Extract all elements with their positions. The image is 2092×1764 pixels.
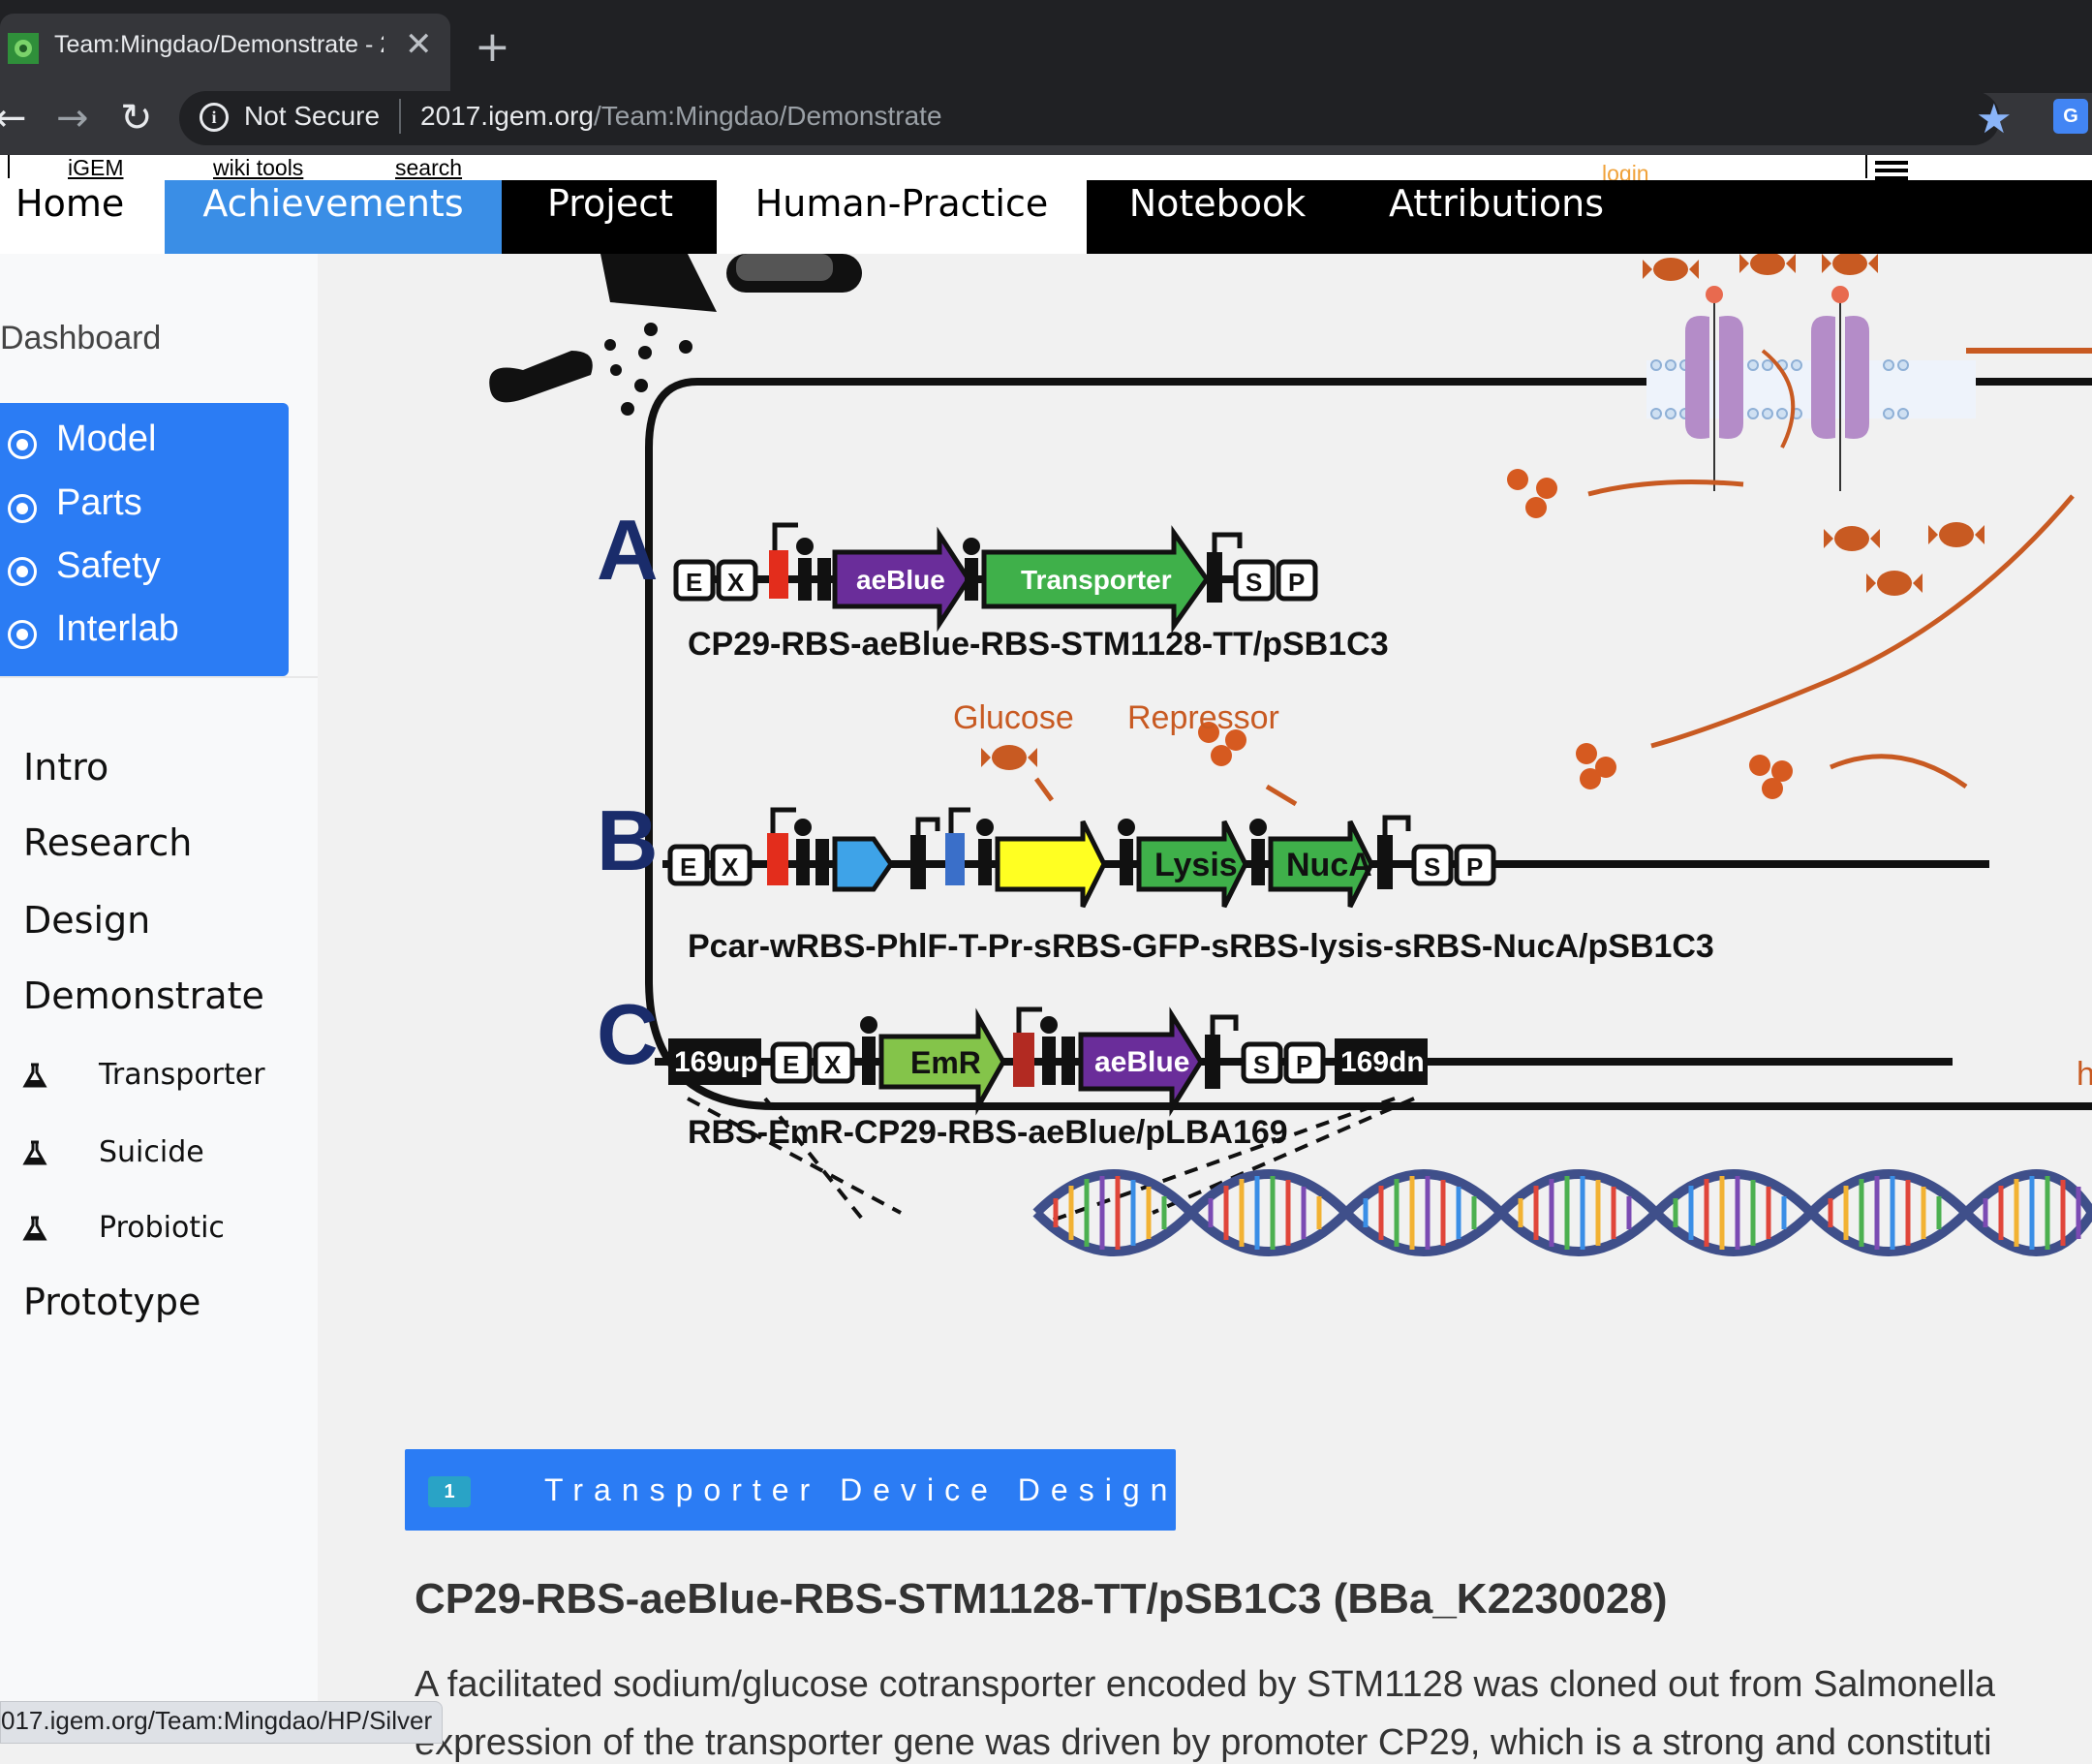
svg-text:P: P: [1288, 568, 1305, 597]
content-paragraph-line: A facilitated sodium/glucose cotransport…: [415, 1664, 1996, 1705]
url-path: /Team:Mingdao/Demonstrate: [594, 101, 942, 131]
svg-text:169dn: 169dn: [1340, 1046, 1425, 1078]
cell-membrane-outline: [645, 378, 2092, 1110]
url-domain: 2017.igem.org: [420, 101, 595, 131]
svg-text:EmR: EmR: [910, 1045, 981, 1080]
flask-icon: [22, 1140, 47, 1165]
igem-bar-divider: [1865, 155, 1867, 178]
menu-item-label: Safety: [56, 545, 161, 586]
target-icon: [8, 430, 37, 459]
svg-text:Transporter: Transporter: [1021, 565, 1172, 595]
info-icon[interactable]: i: [200, 103, 229, 132]
url-separator: [399, 99, 401, 134]
nav-human-practice[interactable]: Human-Practice: [717, 180, 1087, 254]
flask-icon: [22, 1216, 47, 1241]
svg-text:NucA: NucA: [1286, 847, 1372, 883]
flask-icon: [22, 1063, 47, 1088]
svg-text:X: X: [824, 1050, 842, 1079]
label-b: B: [597, 792, 659, 888]
sidebar-item-prototype[interactable]: Prototype: [23, 1281, 200, 1323]
sidebar-item-research[interactable]: Research: [23, 821, 192, 864]
menu-item-label: Parts: [56, 482, 142, 523]
svg-text:P: P: [1466, 852, 1483, 882]
content-heading: CP29-RBS-aeBlue-RBS-STM1128-TT/pSB1C3 (B…: [415, 1575, 1668, 1623]
construct-a: A E X aeBlue Transporter S P CP29-RBS-ae…: [597, 502, 1389, 663]
igem-link[interactable]: iGEM: [68, 155, 124, 181]
svg-text:E: E: [686, 568, 702, 597]
capsule-decoration: [489, 254, 862, 416]
sidebar-item-intro[interactable]: Intro: [23, 746, 108, 789]
section-number-badge: 1: [428, 1476, 471, 1507]
tab-title: Team:Mingdao/Demonstrate - 2: [54, 31, 384, 58]
menu-item-label: Model: [56, 418, 157, 459]
construct-c: C 169up E X EmR aeBlue S P 169dn RBS-EmR…: [597, 986, 2092, 1151]
svg-text:E: E: [783, 1050, 799, 1079]
edge-text: h: [2077, 1056, 2092, 1093]
repressor-label: Repressor: [1127, 699, 1279, 736]
svg-text:169up: 169up: [674, 1046, 758, 1078]
svg-text:S: S: [1424, 852, 1440, 882]
glucose-label: Glucose: [953, 699, 1074, 736]
nav-home[interactable]: Home: [0, 180, 165, 254]
svg-text:S: S: [1253, 1050, 1270, 1079]
dashboard-heading: Dashboard: [0, 320, 162, 356]
svg-text:aeBlue: aeBlue: [1094, 1046, 1189, 1078]
dna-helix-illustration: [1032, 1169, 2092, 1256]
svg-text:aeBlue: aeBlue: [856, 565, 945, 595]
membrane-transporter-illustration: [1646, 286, 2092, 491]
close-tab-icon[interactable]: ✕: [405, 25, 433, 64]
caption-b: Pcar-wRBS-PhlF-T-Pr-sRBS-GFP-sRBS-lysis-…: [688, 928, 1714, 965]
nav-achievements[interactable]: Achievements: [165, 180, 502, 254]
reload-icon[interactable]: ↻: [120, 93, 153, 143]
igem-favicon-icon: [8, 33, 39, 64]
sidebar-divider: [0, 676, 318, 678]
label-c: C: [597, 986, 659, 1082]
svg-text:X: X: [727, 568, 745, 597]
back-arrow-icon[interactable]: ←: [0, 93, 27, 143]
nav-attributions[interactable]: Attributions: [1375, 180, 1617, 254]
sidebar-sub-probiotic[interactable]: Probiotic: [99, 1211, 225, 1245]
sidebar-item-design[interactable]: Design: [23, 899, 150, 942]
search-link[interactable]: search: [395, 155, 462, 181]
target-icon: [8, 494, 37, 523]
svg-text:E: E: [680, 852, 696, 882]
nav-project[interactable]: Project: [523, 180, 697, 254]
sidebar-sub-transporter[interactable]: Transporter: [99, 1058, 265, 1092]
wiki-tools-link[interactable]: wiki tools: [213, 155, 303, 181]
caption-a: CP29-RBS-aeBlue-RBS-STM1128-TT/pSB1C3: [688, 626, 1389, 663]
construct-b: B E X Lysis NucA S P Pcar-wRBS-PhlF-T-Pr…: [597, 699, 1989, 965]
svg-text:S: S: [1246, 568, 1262, 597]
forward-arrow-icon[interactable]: →: [56, 93, 89, 143]
new-tab-icon[interactable]: +: [475, 23, 510, 72]
sidebar-sub-suicide[interactable]: Suicide: [99, 1135, 204, 1169]
igem-bar-divider: [8, 155, 10, 178]
sidebar-item-demonstrate[interactable]: Demonstrate: [23, 975, 264, 1017]
target-icon: [8, 620, 37, 649]
svg-text:P: P: [1296, 1050, 1312, 1079]
menu-item-label: Interlab: [56, 608, 179, 649]
link-status-bar: 017.igem.org/Team:Mingdao/HP/Silver: [0, 1701, 444, 1744]
genetic-circuit-figure: A E X aeBlue Transporter S P CP29-RBS-ae…: [489, 254, 2092, 1256]
section-title: Transporter Device Design: [544, 1472, 1179, 1507]
bookmark-star-icon[interactable]: ★: [1976, 95, 2013, 142]
security-label[interactable]: Not Secure: [244, 101, 380, 132]
svg-text:Lysis: Lysis: [1154, 847, 1238, 883]
svg-text:X: X: [722, 852, 739, 882]
url-text[interactable]: 2017.igem.org/Team:Mingdao/Demonstrate: [420, 101, 942, 132]
translate-icon[interactable]: G: [2053, 99, 2088, 134]
target-icon: [8, 557, 37, 586]
label-a: A: [597, 502, 659, 598]
nav-notebook[interactable]: Notebook: [1114, 180, 1321, 254]
